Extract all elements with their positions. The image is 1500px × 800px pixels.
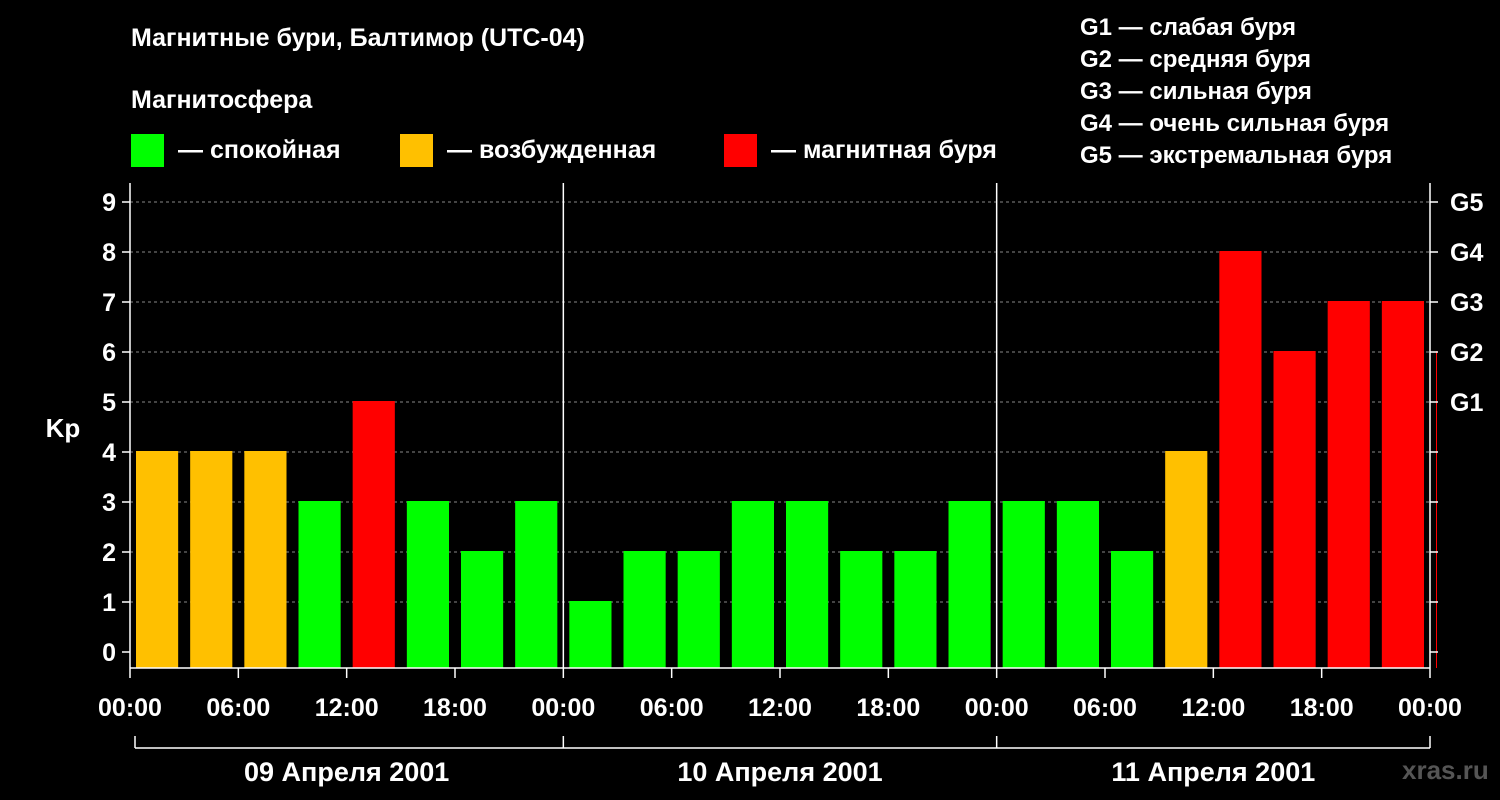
y-tick-label: 7 [102, 289, 116, 317]
kp-bar [1436, 351, 1437, 668]
kp-bar [1056, 501, 1099, 668]
g-scale-label: G3 [1450, 289, 1483, 317]
kp-bar [569, 601, 612, 668]
x-tick-label: 18:00 [423, 694, 487, 722]
kp-bar [1002, 501, 1045, 668]
kp-bar [948, 501, 991, 668]
y-tick-label: 3 [102, 489, 116, 517]
x-tick-label: 00:00 [98, 694, 162, 722]
y-tick-label: 0 [102, 639, 116, 667]
y-tick-label: 8 [102, 239, 116, 267]
kp-bar [1219, 251, 1262, 668]
x-tick-label: 00:00 [531, 694, 595, 722]
y-tick-label: 1 [102, 589, 116, 617]
g-scale-label: G5 [1450, 189, 1483, 217]
kp-bar [1381, 301, 1424, 668]
kp-bar [731, 501, 774, 668]
g-scale-label: G4 [1450, 239, 1483, 267]
y-tick-label: 9 [102, 189, 116, 217]
kp-bar [786, 501, 829, 668]
kp-bar [298, 501, 341, 668]
x-tick-label: 06:00 [640, 694, 704, 722]
kp-bar-chart: 0 1 2 3 4 5 6 7 8 9 G1 G2 G3 G4 G5 Kp 00:00 06:00 12:00 18:… [46, 183, 1483, 787]
x-tick-label: 18:00 [1290, 694, 1354, 722]
x-tick-label: 12:00 [1181, 694, 1245, 722]
x-tick-label: 06:00 [206, 694, 270, 722]
y-tick-label: 2 [102, 539, 116, 567]
kp-bar [515, 501, 558, 668]
kp-bar [461, 551, 504, 668]
g-scale-label: G2 [1450, 339, 1483, 367]
kp-bar [1165, 451, 1208, 668]
kp-bar [894, 551, 937, 668]
kp-bar [1327, 301, 1370, 668]
kp-bar [623, 551, 666, 668]
g-scale-label: G1 [1450, 389, 1483, 417]
day-label: 10 Апреля 2001 [677, 757, 882, 787]
x-tick-label: 00:00 [965, 694, 1029, 722]
x-tick-label: 06:00 [1073, 694, 1137, 722]
kp-bar [1273, 351, 1316, 668]
kp-bar [244, 451, 287, 668]
x-tick-label: 00:00 [1398, 694, 1462, 722]
y-tick-label: 5 [102, 389, 116, 417]
kp-bar [406, 501, 449, 668]
kp-bar [840, 551, 883, 668]
kp-bar [352, 401, 395, 668]
x-tick-label: 18:00 [856, 694, 920, 722]
kp-bar [677, 551, 720, 668]
x-tick-label: 12:00 [315, 694, 379, 722]
x-tick-label: 12:00 [748, 694, 812, 722]
kp-bar [1111, 551, 1154, 668]
watermark: xras.ru [1402, 755, 1489, 785]
day-label: 11 Апреля 2001 [1111, 757, 1315, 787]
y-tick-label: 6 [102, 339, 116, 367]
y-axis-title: Kp [46, 413, 81, 443]
day-label: 09 Апреля 2001 [244, 757, 449, 787]
kp-bar [136, 451, 179, 668]
y-tick-label: 4 [102, 439, 116, 467]
kp-bar [190, 451, 233, 668]
